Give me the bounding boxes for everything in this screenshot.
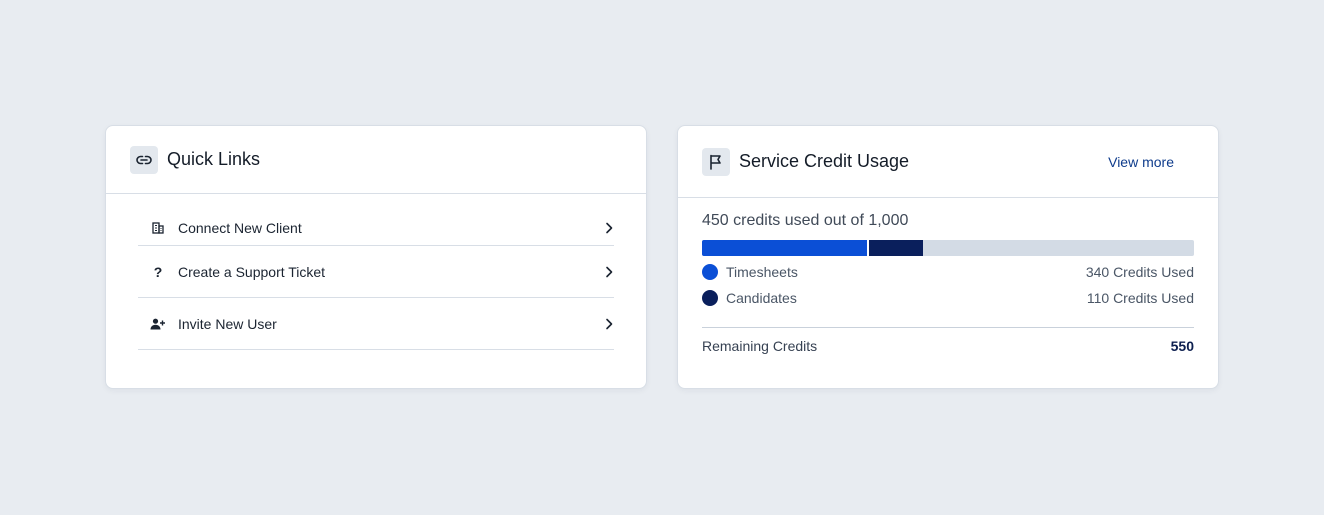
usage-legend: Timesheets 340 Credits Used Candidates 1… bbox=[702, 259, 1194, 311]
credit-usage-header: Service Credit Usage View more bbox=[678, 126, 1218, 198]
legend-value: 110 Credits Used bbox=[1086, 290, 1194, 306]
question-icon: ? bbox=[153, 263, 163, 280]
usage-progress-bar bbox=[702, 240, 1194, 256]
building-icon bbox=[138, 221, 178, 234]
link-label: Create a Support Ticket bbox=[178, 263, 326, 280]
chevron-right-icon bbox=[590, 266, 614, 278]
legend-row-candidates: Candidates 110 Credits Used bbox=[702, 285, 1194, 311]
invite-new-user-link[interactable]: Invite New User bbox=[138, 298, 614, 350]
timesheets-bar-segment bbox=[702, 240, 870, 256]
quick-links-card: Quick Links Connect New Client ? Create … bbox=[105, 125, 647, 389]
chevron-right-icon bbox=[590, 222, 614, 234]
create-support-ticket-link[interactable]: ? Create a Support Ticket bbox=[138, 246, 614, 298]
connect-new-client-link[interactable]: Connect New Client bbox=[138, 210, 614, 246]
quick-links-title: Quick Links bbox=[167, 149, 261, 169]
remaining-credits-label: Remaining Credits bbox=[702, 337, 818, 354]
service-credit-usage-card: Service Credit Usage View more 450 credi… bbox=[677, 125, 1219, 389]
legend-label: Candidates bbox=[726, 290, 797, 306]
chevron-right-icon bbox=[590, 318, 614, 330]
quick-links-list: Connect New Client ? Create a Support Ti… bbox=[106, 194, 646, 350]
candidates-bar-segment bbox=[869, 240, 924, 256]
link-label: Connect New Client bbox=[178, 219, 302, 236]
link-label: Invite New User bbox=[178, 315, 277, 332]
candidates-dot bbox=[702, 290, 718, 306]
user-plus-icon bbox=[138, 318, 178, 330]
legend-label: Timesheets bbox=[726, 264, 798, 280]
legend-value: 340 Credits Used bbox=[1085, 264, 1194, 280]
legend-row-timesheets: Timesheets 340 Credits Used bbox=[702, 259, 1194, 285]
remaining-credits-value: 550 bbox=[1170, 337, 1194, 354]
usage-summary: 450 credits used out of 1,000 bbox=[702, 212, 909, 229]
remaining-credits-row: Remaining Credits 550 bbox=[702, 327, 1194, 363]
view-more-link[interactable]: View more bbox=[1108, 154, 1174, 170]
flag-icon bbox=[702, 147, 730, 176]
quick-links-header: Quick Links bbox=[106, 126, 646, 194]
credit-usage-title: Service Credit Usage bbox=[739, 151, 910, 171]
link-icon bbox=[130, 145, 158, 174]
timesheets-dot bbox=[702, 264, 718, 280]
